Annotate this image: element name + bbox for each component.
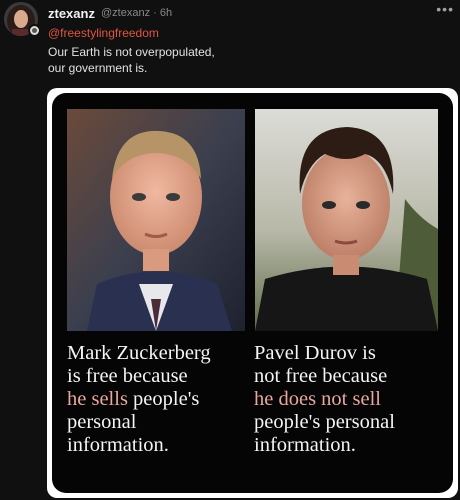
caption-line: he sells people's: [67, 388, 252, 411]
more-options-icon[interactable]: •••: [436, 1, 454, 17]
caption-line: personal: [67, 411, 137, 433]
caption-text: people's: [127, 388, 200, 410]
portrait-photo-left: [67, 109, 245, 331]
post-card: ztexanz @ztexanz · 6h ••• @freestylingfr…: [0, 0, 460, 500]
caption-line: he does not sell: [254, 388, 444, 411]
caption-line: Pavel Durov is: [254, 342, 376, 364]
caption-line: Mark Zuckerberg: [67, 342, 211, 364]
caption-left: Mark Zuckerberg is free because he sells…: [67, 342, 252, 457]
caption-line: is free because: [67, 365, 188, 387]
post-image[interactable]: Mark Zuckerberg is free because he sells…: [47, 88, 458, 498]
verified-badge-icon: [28, 24, 41, 37]
post-text: Our Earth is not overpopulated, our gove…: [48, 44, 348, 76]
post-text-line: our government is.: [48, 61, 148, 75]
caption-right: Pavel Durov is not free because he does …: [254, 342, 444, 457]
caption-line: information.: [254, 434, 356, 456]
caption-highlight: he sells: [67, 388, 128, 410]
post-text-line: Our Earth is not overpopulated,: [48, 45, 215, 59]
caption-line: information.: [67, 434, 169, 456]
handle-timestamp: @ztexanz · 6h: [101, 7, 173, 19]
caption-line: not free because: [254, 365, 388, 387]
meme-card: Mark Zuckerberg is free because he sells…: [52, 93, 453, 493]
caption-line: people's personal: [254, 411, 395, 433]
username[interactable]: ztexanz: [48, 6, 95, 21]
portrait-photo-right: [255, 109, 438, 331]
mention-link[interactable]: @freestylingfreedom: [48, 26, 159, 40]
caption-highlight: he does not sell: [254, 388, 381, 410]
